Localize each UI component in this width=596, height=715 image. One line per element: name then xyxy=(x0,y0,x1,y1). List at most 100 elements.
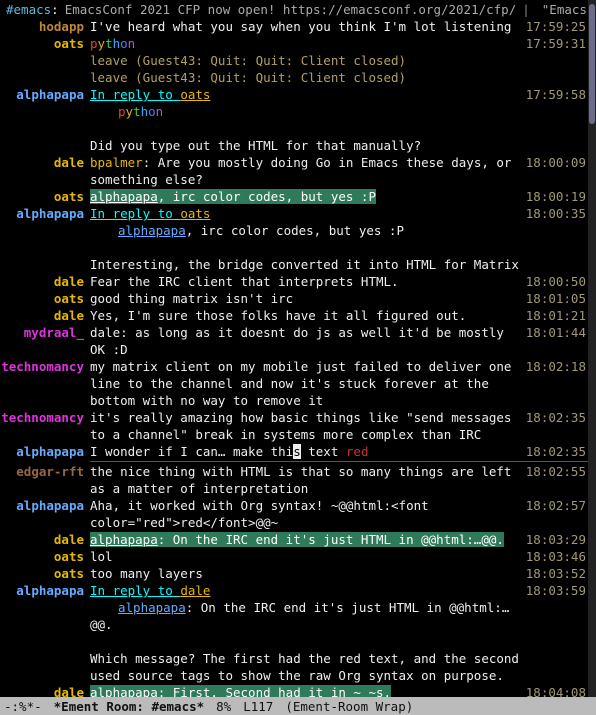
message-row: alphapapa, irc color codes, but yes :P xyxy=(0,222,588,239)
timestamp: 18:02:18 xyxy=(526,358,588,375)
message-body: Fear the IRC client that interprets HTML… xyxy=(90,273,526,290)
message-row: daleYes, I'm sure those folks have it al… xyxy=(0,307,588,324)
nick[interactable]: dale xyxy=(0,154,90,171)
message-body: I've heard what you say when you think I… xyxy=(90,18,526,35)
scrollbar-track[interactable] xyxy=(588,0,596,715)
nick[interactable]: alphapapa xyxy=(0,582,90,599)
system-message: leave (Guest43: Quit: Quit: Client close… xyxy=(90,69,588,86)
timestamp: 18:03:29 xyxy=(526,531,588,548)
timestamp: 18:00:09 xyxy=(526,154,588,171)
message-body: too many layers xyxy=(90,565,526,582)
message-body: alphapapa: On the IRC end it's just HTML… xyxy=(90,531,526,548)
message-body: my matrix client on my mobile just faile… xyxy=(90,358,526,409)
message-body: good thing matrix isn't irc xyxy=(90,290,526,307)
nick[interactable]: alphapapa xyxy=(0,205,90,222)
nick[interactable]: edgar-rft xyxy=(0,463,90,480)
message-row: python xyxy=(0,103,588,120)
nick[interactable]: oats xyxy=(0,565,90,582)
timestamp: 18:02:55 xyxy=(526,463,588,480)
timestamp: 17:59:58 xyxy=(526,86,588,103)
message-body: Which message? The first had the red tex… xyxy=(90,650,526,684)
nick[interactable]: oats xyxy=(0,35,90,52)
timestamp: 18:03:59 xyxy=(526,582,588,599)
system-message: leave (Guest43: Quit: Quit: Client close… xyxy=(90,52,588,69)
message-body: it's really amazing how basic things lik… xyxy=(90,409,526,443)
timestamp: 18:00:35 xyxy=(526,205,588,222)
message-row: alphapapa: On the IRC end it's just HTML… xyxy=(0,599,588,633)
message-row: alphapapaI wonder if I can… make this te… xyxy=(0,443,588,460)
topic-sep: : xyxy=(51,1,59,18)
message-row: oatspython 17:59:31 xyxy=(0,35,588,52)
timestamp: 18:03:52 xyxy=(526,565,588,582)
nick[interactable]: mydraal_ xyxy=(0,324,90,341)
message-row: technomancymy matrix client on my mobile… xyxy=(0,358,588,409)
nick[interactable]: oats xyxy=(0,188,90,205)
timestamp: 17:59:25 xyxy=(526,18,588,35)
modeline-buffer: *Ement Room: #emacs* xyxy=(54,698,205,715)
nick[interactable]: hodapp xyxy=(0,18,90,35)
message-row: oatstoo many layers18:03:52 xyxy=(0,565,588,582)
nick[interactable]: alphapapa xyxy=(0,443,90,460)
timestamp: 18:02:57 xyxy=(526,497,588,514)
nick[interactable]: dale xyxy=(0,307,90,324)
message-row: Which message? The first had the red tex… xyxy=(0,650,588,684)
modeline-pos: 8% xyxy=(216,698,231,715)
timestamp: 18:00:19 xyxy=(526,188,588,205)
timestamp: 18:03:46 xyxy=(526,548,588,565)
message-body: In reply to dale xyxy=(90,582,526,599)
message-list[interactable]: hodappI've heard what you say when you t… xyxy=(0,18,588,697)
message-row: technomancyit's really amazing how basic… xyxy=(0,409,588,443)
message-row: edgar-rftthe nice thing with HTML is tha… xyxy=(0,463,588,497)
modeline-line: L117 xyxy=(243,698,273,715)
channel-name: #emacs xyxy=(6,1,51,18)
message-body: Interesting, the bridge converted it int… xyxy=(90,256,526,273)
message-row: alphapapaAha, it worked with Org syntax!… xyxy=(0,497,588,531)
nick[interactable]: oats xyxy=(0,548,90,565)
scrollbar-thumb[interactable] xyxy=(589,4,595,124)
rainbow-text: python xyxy=(118,104,163,119)
timestamp: 18:00:50 xyxy=(526,273,588,290)
modeline-flags: -:%*- xyxy=(4,698,42,715)
nick[interactable]: alphapapa xyxy=(0,497,90,514)
timestamp: 18:02:35 xyxy=(526,409,588,426)
message-body: dale: as long as it doesnt do js as well… xyxy=(90,324,526,358)
timestamp: 18:02:35 xyxy=(526,443,588,460)
message-row: oatsalphapapa, irc color codes, but yes … xyxy=(0,188,588,205)
rainbow-text: python xyxy=(90,36,135,51)
message-row: dalebpalmer: Are you mostly doing Go in … xyxy=(0,154,588,188)
message-body: In reply to oats xyxy=(90,86,526,103)
message-body: the nice thing with HTML is that so many… xyxy=(90,463,526,497)
message-row: mydraal_dale: as long as it doesnt do js… xyxy=(0,324,588,358)
message-row: Interesting, the bridge converted it int… xyxy=(0,256,588,273)
message-row: dalealphapapa: On the IRC end it's just … xyxy=(0,531,588,548)
message-body: Did you type out the HTML for that manua… xyxy=(90,137,526,154)
timestamp: 18:01:44 xyxy=(526,324,588,341)
nick[interactable]: dale xyxy=(0,684,90,697)
topic-text: EmacsConf 2021 CFP now open! https://ema… xyxy=(65,1,517,18)
message-body: python xyxy=(90,35,526,52)
timestamp: 17:59:31 xyxy=(526,35,588,52)
titlebar: #emacs : EmacsConf 2021 CFP now open! ht… xyxy=(0,0,596,18)
nick[interactable]: dale xyxy=(0,531,90,548)
timestamp: 18:01:05 xyxy=(526,290,588,307)
message-row: oatslol18:03:46 xyxy=(0,548,588,565)
message-row: oatsgood thing matrix isn't irc18:01:05 xyxy=(0,290,588,307)
message-body: alphapapa, irc color codes, but yes :P xyxy=(90,222,526,239)
nick[interactable]: technomancy xyxy=(0,409,90,426)
message-row: Did you type out the HTML for that manua… xyxy=(0,137,588,154)
timestamp: 18:01:21 xyxy=(526,307,588,324)
message-row: alphapapaIn reply to dale18:03:59 xyxy=(0,582,588,599)
timestamp: 18:04:08 xyxy=(526,684,588,697)
nick[interactable]: alphapapa xyxy=(0,86,90,103)
message-body: lol xyxy=(90,548,526,565)
message-body: Yes, I'm sure those folks have it all fi… xyxy=(90,307,526,324)
nick[interactable]: technomancy xyxy=(0,358,90,375)
message-body: alphapapa: First. Second had it in ~ ~s. xyxy=(90,684,526,697)
nick[interactable]: dale xyxy=(0,273,90,290)
message-body: Aha, it worked with Org syntax! ~@@html:… xyxy=(90,497,526,531)
message-body: bpalmer: Are you mostly doing Go in Emac… xyxy=(90,154,526,188)
message-body: alphapapa, irc color codes, but yes :P xyxy=(90,188,526,205)
nick[interactable]: oats xyxy=(0,290,90,307)
modeline-mode: (Ement-Room Wrap) xyxy=(285,698,413,715)
message-row: daleFear the IRC client that interprets … xyxy=(0,273,588,290)
